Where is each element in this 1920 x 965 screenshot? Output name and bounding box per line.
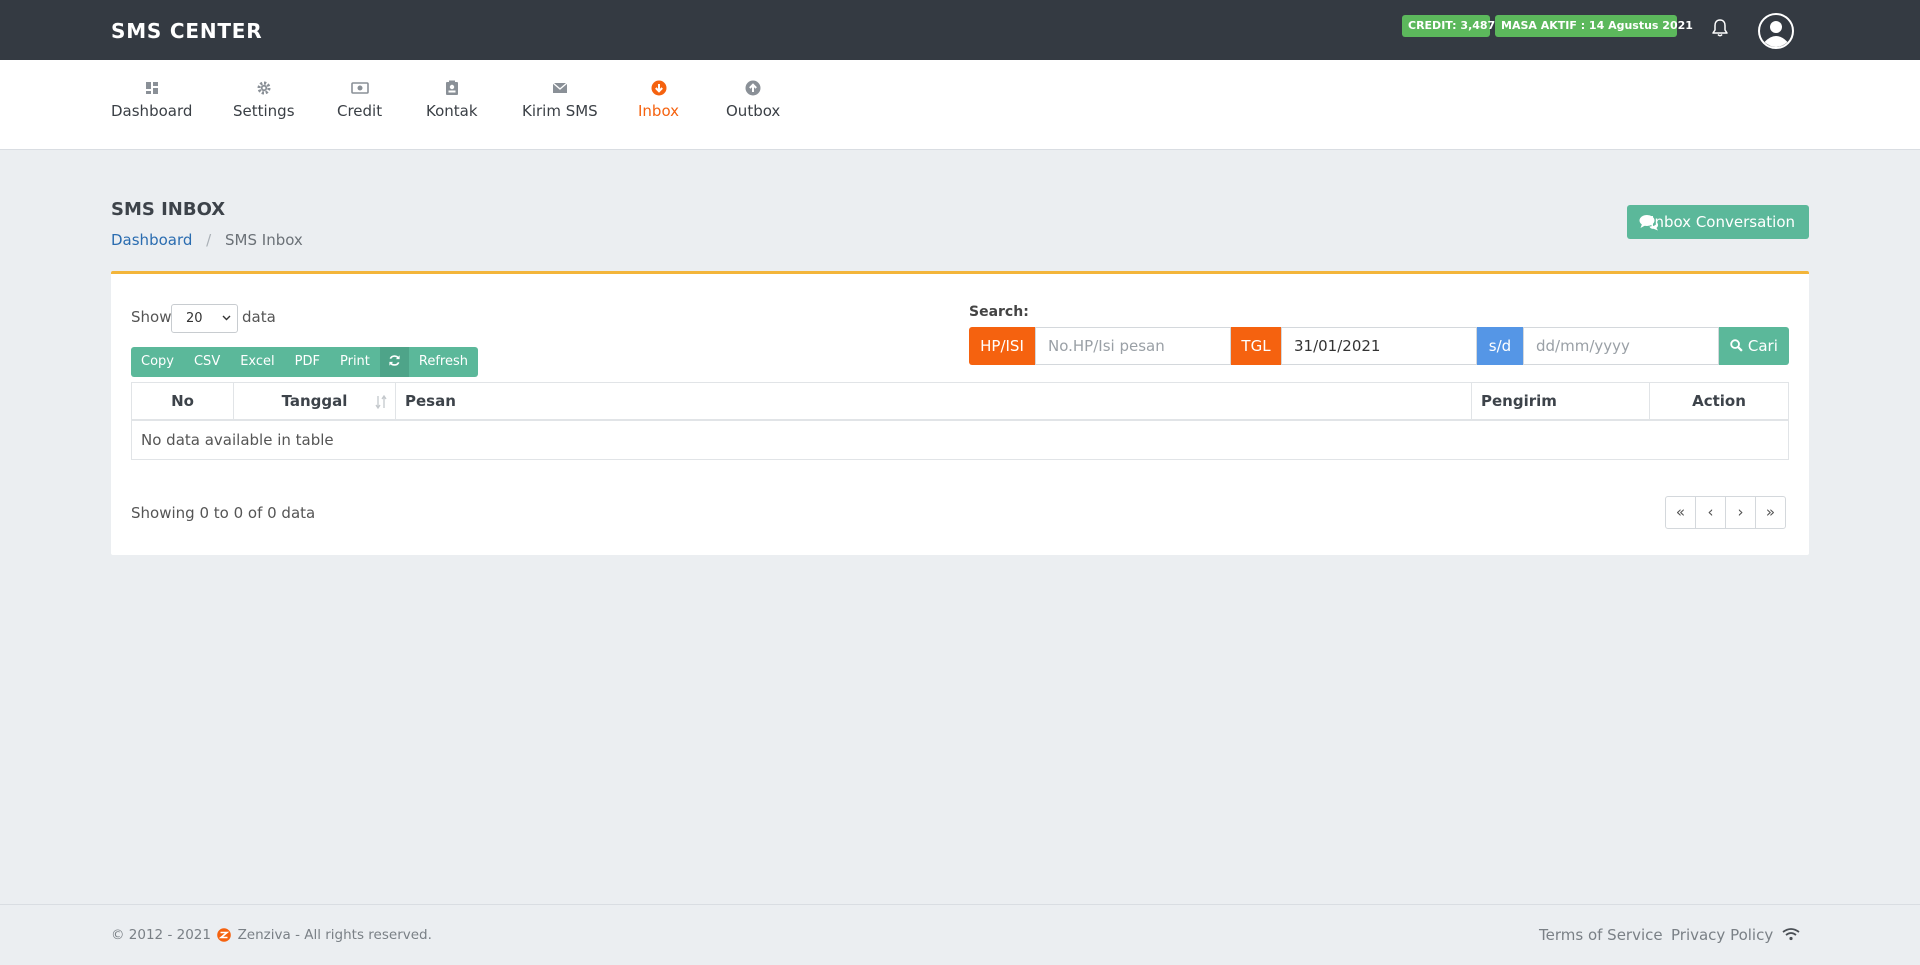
export-button-group: Copy CSV Excel PDF Print Refresh: [131, 347, 478, 377]
pdf-button[interactable]: PDF: [284, 347, 330, 377]
table-empty-row: No data available in table: [141, 431, 334, 449]
sd-addon: s/d: [1477, 327, 1523, 365]
user-avatar-icon[interactable]: [1758, 13, 1794, 49]
column-header-tanggal-label: Tanggal: [281, 392, 348, 410]
excel-button[interactable]: Excel: [230, 347, 285, 377]
nav-label-dashboard: Dashboard: [111, 102, 193, 120]
contact-card-icon: [445, 80, 458, 95]
breadcrumb: Dashboard / SMS Inbox: [111, 231, 303, 249]
copyright-years: © 2012 - 2021: [111, 927, 211, 943]
hp-isi-search-input[interactable]: No.HP/Isi pesan: [1035, 327, 1231, 365]
search-icon: [1730, 339, 1743, 352]
previous-page-button[interactable]: ‹: [1695, 496, 1726, 529]
show-suffix-label: data: [242, 308, 276, 326]
page-title: SMS INBOX: [111, 199, 226, 220]
refresh-icon: [389, 355, 400, 366]
zenziva-logo-icon: [217, 928, 232, 942]
breadcrumb-home-link[interactable]: Dashboard: [111, 231, 192, 249]
column-header-tanggal[interactable]: Tanggal: [234, 383, 396, 421]
sort-icon: [375, 395, 387, 409]
inbox-table: No Tanggal Pesan Pengirim Action No data…: [131, 382, 1789, 460]
nav-item-settings[interactable]: Settings: [233, 80, 295, 120]
nav-item-kontak[interactable]: Kontak: [426, 80, 478, 120]
cari-button-label: Cari: [1747, 337, 1778, 355]
column-header-pesan[interactable]: Pesan: [396, 383, 1472, 421]
column-header-no[interactable]: No: [132, 383, 234, 421]
print-button[interactable]: Print: [329, 347, 380, 377]
date-to-input[interactable]: dd/mm/yyyy: [1523, 327, 1719, 365]
dashboard-icon: [145, 82, 158, 94]
top-bar: SMS CENTER CREDIT: 3,487 MASA AKTIF : 14…: [0, 0, 1920, 60]
nav-label-inbox: Inbox: [638, 102, 680, 120]
main-nav: Dashboard Settings Credit Kontak Kirim S…: [0, 60, 1920, 150]
money-icon: [350, 82, 369, 94]
last-page-button[interactable]: »: [1755, 496, 1786, 529]
nav-item-credit[interactable]: Credit: [337, 80, 382, 120]
bell-icon[interactable]: [1711, 18, 1729, 38]
breadcrumb-current: SMS Inbox: [225, 231, 303, 249]
breadcrumb-separator: /: [206, 231, 212, 249]
terms-of-service-link[interactable]: Terms of Service: [1539, 926, 1663, 944]
gear-icon: [257, 81, 271, 95]
nav-item-dashboard[interactable]: Dashboard: [111, 80, 192, 120]
nav-label-credit: Credit: [337, 102, 383, 120]
nav-label-kontak: Kontak: [426, 102, 478, 120]
nav-label-settings: Settings: [233, 102, 295, 120]
chevron-down-icon: [222, 315, 231, 321]
comments-icon: [1639, 215, 1659, 231]
show-label: Show: [131, 308, 172, 326]
copy-button[interactable]: Copy: [131, 347, 184, 377]
brand-title[interactable]: SMS CENTER: [111, 19, 262, 43]
footer: © 2012 - 2021 Zenziva - All rights reser…: [0, 904, 1920, 965]
copyright: © 2012 - 2021 Zenziva - All rights reser…: [111, 927, 432, 943]
search-label: Search:: [969, 304, 1029, 320]
nav-label-kirim-sms: Kirim SMS: [522, 102, 598, 120]
masa-aktif-badge: MASA AKTIF : 14 Agustus 2021: [1495, 15, 1693, 37]
pagination: « ‹ › »: [1665, 496, 1786, 529]
inbox-conversation-button[interactable]: Inbox Conversation: [1627, 205, 1809, 239]
privacy-policy-link[interactable]: Privacy Policy: [1671, 926, 1773, 944]
table-info: Showing 0 to 0 of 0 data: [131, 504, 316, 522]
inbox-conversation-label: Inbox Conversation: [1650, 213, 1795, 231]
column-header-action: Action: [1692, 392, 1746, 410]
hp-isi-addon: HP/ISI: [969, 327, 1035, 365]
nav-label-outbox: Outbox: [726, 102, 781, 120]
tgl-addon: TGL: [1231, 327, 1281, 365]
first-page-button[interactable]: «: [1665, 496, 1696, 529]
copyright-text: Zenziva - All rights reserved.: [237, 927, 432, 943]
credit-badge: CREDIT: 3,487: [1402, 15, 1495, 37]
page-length-value: 20: [186, 311, 203, 326]
table-header: No Tanggal Pesan Pengirim Action: [132, 383, 1788, 421]
inbox-card: Show 20 data Copy CSV Excel PDF Print Re…: [111, 271, 1809, 555]
date-from-input[interactable]: 31/01/2021: [1281, 327, 1477, 365]
refresh-icon-button[interactable]: [379, 347, 409, 377]
page-length-select[interactable]: 20: [171, 304, 238, 333]
cari-button[interactable]: Cari: [1719, 327, 1789, 365]
arrow-up-circle-icon: [745, 80, 761, 96]
column-header-pengirim[interactable]: Pengirim: [1472, 383, 1650, 421]
wifi-icon: [1782, 928, 1800, 941]
csv-button[interactable]: CSV: [183, 347, 231, 377]
envelope-icon: [552, 82, 568, 93]
arrow-down-circle-icon: [651, 80, 667, 96]
nav-item-kirim-sms[interactable]: Kirim SMS: [522, 80, 598, 120]
next-page-button[interactable]: ›: [1725, 496, 1756, 529]
nav-item-inbox[interactable]: Inbox: [638, 80, 679, 120]
refresh-button[interactable]: Refresh: [408, 347, 478, 377]
nav-item-outbox[interactable]: Outbox: [726, 80, 780, 120]
